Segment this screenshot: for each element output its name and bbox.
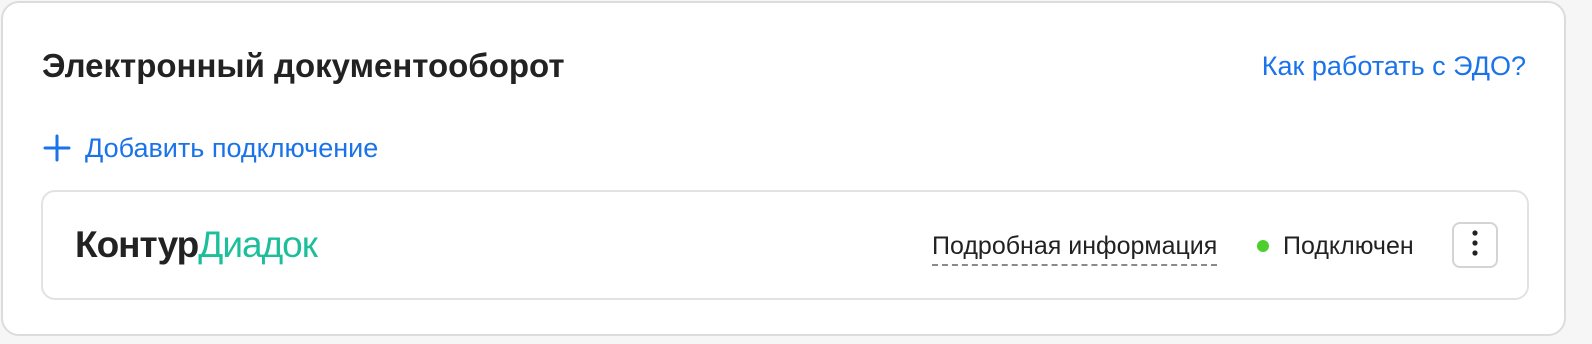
help-link[interactable]: Как работать с ЭДО?	[1262, 47, 1526, 85]
add-connection-button[interactable]: Добавить подключение	[43, 129, 378, 167]
more-vertical-icon	[1472, 229, 1478, 261]
section-title: Электронный документооборот	[42, 47, 565, 84]
more-menu-button[interactable]	[1452, 222, 1498, 268]
status-indicator: Подключен	[1257, 230, 1414, 262]
add-connection-label: Добавить подключение	[85, 133, 379, 163]
logo-diadoc-text: Диадок	[198, 224, 318, 265]
kontur-diadoc-logo: КонтурДиадок	[75, 220, 318, 270]
service-row-diadoc: КонтурДиадок Подробная информация Подклю…	[41, 190, 1529, 300]
details-link[interactable]: Подробная информация	[932, 230, 1218, 266]
edo-card: Электронный документооборот Как работать…	[1, 1, 1566, 336]
status-label: Подключен	[1283, 232, 1414, 260]
plus-icon	[43, 134, 71, 162]
status-dot-icon	[1257, 240, 1269, 252]
logo-kontur-text: Контур	[75, 224, 199, 265]
